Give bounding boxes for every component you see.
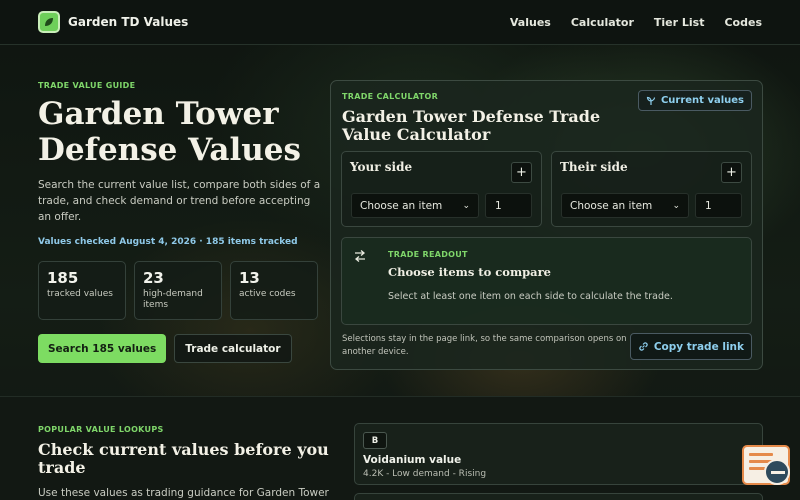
nav-codes[interactable]: Codes bbox=[724, 16, 762, 29]
stats-row: 185 tracked values 23 high-demand items … bbox=[38, 261, 318, 320]
value-item-name: Voidanium value bbox=[363, 454, 462, 466]
copy-trade-link-label: Copy trade link bbox=[653, 340, 744, 353]
stat-label: high-demand items bbox=[143, 289, 203, 310]
your-side-item-select[interactable]: Choose an item ⌄ bbox=[351, 193, 479, 218]
lookups-eyebrow: POPULAR VALUE LOOKUPS bbox=[38, 425, 164, 434]
their-side-panel: Their side + Choose an item ⌄ 1 bbox=[551, 151, 752, 227]
hero-actions: Search 185 values Trade calculator bbox=[38, 334, 292, 363]
search-values-button[interactable]: Search 185 values bbox=[38, 334, 167, 363]
calculator-title: Garden Tower Defense Trade Value Calcula… bbox=[342, 107, 601, 144]
value-card[interactable] bbox=[354, 493, 763, 500]
hero-description: Search the current value list, compare b… bbox=[38, 179, 321, 223]
select-value: Choose an item bbox=[570, 199, 653, 212]
chevron-down-icon: ⌄ bbox=[462, 200, 470, 211]
your-side-title: Your side bbox=[350, 160, 413, 174]
tier-badge: B bbox=[363, 432, 387, 449]
brand-name[interactable]: Garden TD Values bbox=[68, 15, 188, 29]
stat-label: active codes bbox=[239, 289, 296, 299]
their-side-title: Their side bbox=[560, 160, 628, 174]
value-item-meta: 4.2K - Low demand - Rising bbox=[363, 469, 487, 479]
calculator-eyebrow: TRADE CALCULATOR bbox=[342, 92, 439, 101]
page-title: Garden Tower Defense Values bbox=[38, 96, 301, 168]
chevron-down-icon: ⌄ bbox=[672, 200, 680, 211]
their-side-item-select[interactable]: Choose an item ⌄ bbox=[561, 193, 689, 218]
their-side-quantity-input[interactable]: 1 bbox=[695, 193, 742, 218]
calculator-note: Selections stay in the page link, so the… bbox=[342, 334, 627, 357]
trade-calculator-panel: TRADE CALCULATOR Garden Tower Defense Tr… bbox=[330, 80, 763, 370]
stat-value: 185 bbox=[47, 269, 79, 287]
swap-arrows-icon bbox=[354, 250, 366, 262]
current-values-button[interactable]: Current values bbox=[637, 90, 752, 111]
trade-readout: TRADE READOUT Choose items to compare Se… bbox=[341, 237, 752, 325]
their-side-add-button[interactable]: + bbox=[721, 162, 742, 183]
sprout-icon bbox=[646, 96, 656, 105]
your-side-add-button[interactable]: + bbox=[511, 162, 532, 183]
link-icon bbox=[639, 342, 648, 351]
stat-high-demand: 23 high-demand items bbox=[134, 261, 222, 320]
stat-tracked-values: 185 tracked values bbox=[38, 261, 126, 320]
logo-leaf-icon[interactable] bbox=[38, 11, 60, 33]
your-side-panel: Your side + Choose an item ⌄ 1 bbox=[341, 151, 542, 227]
floating-support-widget-icon[interactable] bbox=[742, 445, 790, 485]
your-side-quantity-input[interactable]: 1 bbox=[485, 193, 532, 218]
lookups-description: Use these values as trading guidance for… bbox=[38, 487, 329, 499]
nav-calculator[interactable]: Calculator bbox=[571, 16, 634, 29]
popular-lookups-section: POPULAR VALUE LOOKUPS Check current valu… bbox=[0, 396, 800, 500]
value-card[interactable]: B Voidanium value 4.2K - Low demand - Ri… bbox=[354, 423, 763, 485]
stat-value: 23 bbox=[143, 269, 164, 287]
copy-trade-link-button[interactable]: Copy trade link bbox=[629, 333, 752, 360]
stat-label: tracked values bbox=[47, 289, 113, 299]
main-nav: Values Calculator Tier List Codes bbox=[510, 16, 762, 29]
hero-eyebrow: TRADE VALUE GUIDE bbox=[38, 81, 136, 90]
select-value: Choose an item bbox=[360, 199, 443, 212]
current-values-label: Current values bbox=[660, 95, 744, 106]
readout-text: Select at least one item on each side to… bbox=[388, 291, 673, 302]
lookups-title: Check current values before you trade bbox=[38, 440, 329, 477]
readout-eyebrow: TRADE READOUT bbox=[388, 250, 468, 259]
site-header: Garden TD Values Values Calculator Tier … bbox=[0, 0, 800, 45]
trade-calculator-button[interactable]: Trade calculator bbox=[174, 334, 292, 363]
stat-value: 13 bbox=[239, 269, 260, 287]
values-checked-meta: Values checked August 4, 2026 · 185 item… bbox=[38, 237, 298, 247]
readout-title: Choose items to compare bbox=[388, 265, 551, 279]
stat-active-codes: 13 active codes bbox=[230, 261, 318, 320]
nav-tier-list[interactable]: Tier List bbox=[654, 16, 705, 29]
nav-values[interactable]: Values bbox=[510, 16, 551, 29]
